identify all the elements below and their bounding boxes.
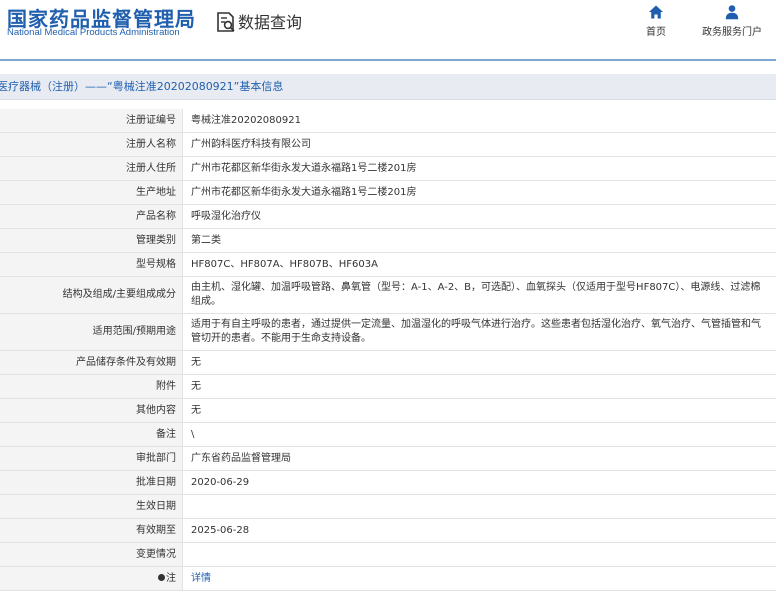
row-value: 广州市花都区新华街永发大道永福路1号二楼201房 xyxy=(182,156,776,181)
table-row: 产品储存条件及有效期 无 xyxy=(0,350,776,375)
row-value: 广东省药品监督管理局 xyxy=(182,446,776,471)
row-label: 备注 xyxy=(0,422,183,447)
row-value: 第二类 xyxy=(182,228,776,253)
row-label: 结构及组成/主要组成成分 xyxy=(0,276,183,314)
row-value: 粤械注准20202080921 xyxy=(182,109,776,133)
row-label-note: 注 xyxy=(0,566,183,591)
row-label: 生效日期 xyxy=(0,494,183,519)
row-label: 型号规格 xyxy=(0,252,183,277)
user-icon xyxy=(725,5,739,20)
row-label: 审批部门 xyxy=(0,446,183,471)
row-value: HF807C、HF807A、HF807B、HF603A xyxy=(182,252,776,277)
row-label: 注册人住所 xyxy=(0,156,183,181)
table-row: 结构及组成/主要组成成分 由主机、湿化罐、加温呼吸管路、鼻氧管（型号：A-1、A… xyxy=(0,276,776,314)
table-row: 附件 无 xyxy=(0,374,776,399)
table-row: 适用范围/预期用途 适用于有自主呼吸的患者，通过提供一定流量、加温湿化的呼吸气体… xyxy=(0,313,776,351)
table-row: 注册人名称 广州韵科医疗科技有限公司 xyxy=(0,132,776,157)
data-query-icon xyxy=(217,12,235,32)
row-label: 附件 xyxy=(0,374,183,399)
row-label: 注册证编号 xyxy=(0,109,183,133)
row-value xyxy=(182,494,776,519)
record-title: 医疗器械（注册）——“粤械注准20202080921”基本信息 xyxy=(0,80,284,93)
row-value: 2025-06-28 xyxy=(182,518,776,543)
row-value: 由主机、湿化罐、加温呼吸管路、鼻氧管（型号：A-1、A-2、B，可选配）、血氧探… xyxy=(182,276,776,314)
row-label: 生产地址 xyxy=(0,180,183,205)
header-divider xyxy=(0,59,776,61)
row-value: 2020-06-29 xyxy=(182,470,776,495)
table-row: 注册证编号 粤械注准20202080921 xyxy=(0,109,776,133)
row-label: 批准日期 xyxy=(0,470,183,495)
nav-home-label: 首页 xyxy=(646,27,666,38)
row-label: 产品名称 xyxy=(0,204,183,229)
row-label: 管理类别 xyxy=(0,228,183,253)
table-row: 备注 \ xyxy=(0,422,776,447)
details-link[interactable]: 详情 xyxy=(191,573,211,584)
row-label: 有效期至 xyxy=(0,518,183,543)
row-value: 无 xyxy=(182,398,776,423)
row-label: 其他内容 xyxy=(0,398,183,423)
table-row: 生效日期 xyxy=(0,494,776,519)
row-value: 适用于有自主呼吸的患者，通过提供一定流量、加温湿化的呼吸气体进行治疗。这些患者包… xyxy=(182,313,776,351)
table-row: 生产地址 广州市花都区新华街永发大道永福路1号二楼201房 xyxy=(0,180,776,205)
table-row: 批准日期 2020-06-29 xyxy=(0,470,776,495)
site-header: 国家药品监督管理局 National Medical Products Admi… xyxy=(0,0,776,61)
row-label: 变更情况 xyxy=(0,542,183,567)
page-section-title: 数据查询 xyxy=(238,13,303,32)
table-row: 其他内容 无 xyxy=(0,398,776,423)
row-label: 注册人名称 xyxy=(0,132,183,157)
table-row: 型号规格 HF807C、HF807A、HF807B、HF603A xyxy=(0,252,776,277)
row-value: 广州市花都区新华街永发大道永福路1号二楼201房 xyxy=(182,180,776,205)
record-detail-table: 注册证编号 粤械注准20202080921 注册人名称 广州韵科医疗科技有限公司… xyxy=(0,109,776,591)
table-row: 注册人住所 广州市花都区新华街永发大道永福路1号二楼201房 xyxy=(0,156,776,181)
nav-gov-services[interactable]: 政务服务门户 xyxy=(702,4,762,38)
row-value: 呼吸湿化治疗仪 xyxy=(182,204,776,229)
row-value: 广州韵科医疗科技有限公司 xyxy=(182,132,776,157)
row-value: 详情 xyxy=(182,566,776,591)
nav-home[interactable]: 首页 xyxy=(646,4,666,38)
table-row: 产品名称 呼吸湿化治疗仪 xyxy=(0,204,776,229)
note-dot-icon xyxy=(158,573,165,581)
note-label: 注 xyxy=(166,572,176,584)
home-icon xyxy=(649,5,663,19)
row-value xyxy=(182,542,776,567)
site-logo-en[interactable]: National Medical Products Administration xyxy=(7,27,180,38)
table-row: 管理类别 第二类 xyxy=(0,228,776,253)
breadcrumb: 医疗器械（注册）——“粤械注准20202080921”基本信息 xyxy=(0,74,776,100)
table-row: 有效期至 2025-06-28 xyxy=(0,518,776,543)
table-row: 注 详情 xyxy=(0,566,776,591)
row-value: \ xyxy=(182,422,776,447)
row-value: 无 xyxy=(182,374,776,399)
row-label: 适用范围/预期用途 xyxy=(0,313,183,351)
table-row: 审批部门 广东省药品监督管理局 xyxy=(0,446,776,471)
nav-gov-services-label: 政务服务门户 xyxy=(702,27,762,38)
row-label: 产品储存条件及有效期 xyxy=(0,350,183,375)
row-value: 无 xyxy=(182,350,776,375)
table-row: 变更情况 xyxy=(0,542,776,567)
